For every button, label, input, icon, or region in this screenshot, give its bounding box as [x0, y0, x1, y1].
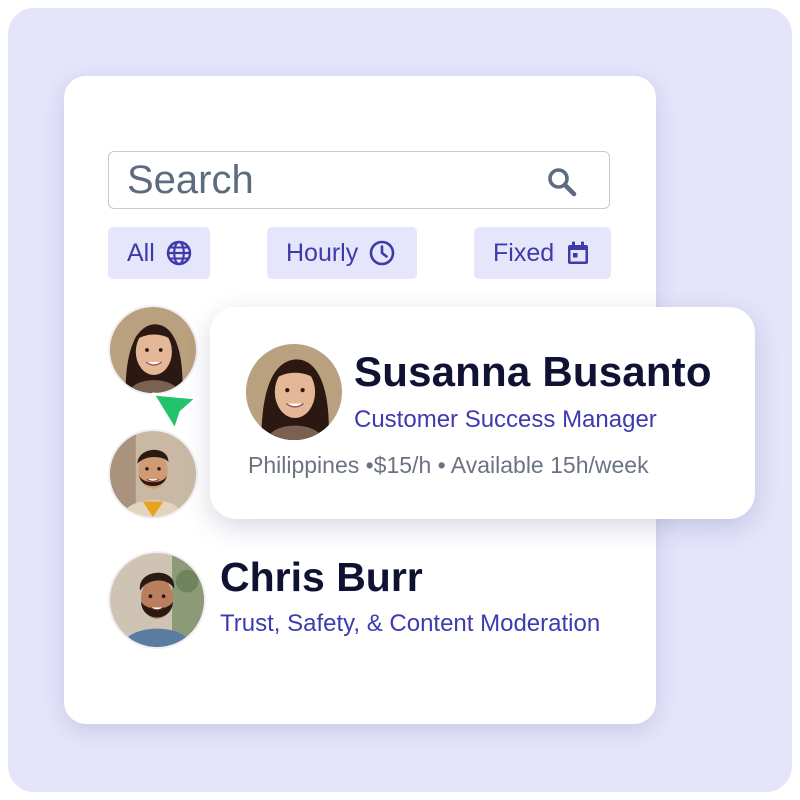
- profile-card-avatar: [246, 344, 342, 440]
- filter-fixed-button[interactable]: Fixed: [474, 227, 611, 279]
- profile-card-meta: Philippines •$15/h • Available 15h/week: [248, 452, 649, 478]
- search-input[interactable]: [127, 158, 527, 202]
- filter-hourly-button[interactable]: Hourly: [267, 227, 417, 279]
- search-icon[interactable]: [545, 165, 579, 199]
- filter-all-button[interactable]: All: [108, 227, 210, 279]
- profile-card-name: Susanna Busanto: [354, 348, 712, 395]
- globe-icon: [165, 239, 193, 267]
- avatar-woman[interactable]: [108, 305, 198, 395]
- clock-icon: [368, 239, 396, 267]
- list-item-name[interactable]: Chris Burr: [220, 554, 423, 601]
- search-box[interactable]: [108, 151, 610, 209]
- filter-all-label: All: [127, 238, 155, 267]
- profile-card-role: Customer Success Manager: [354, 406, 657, 433]
- list-item-role: Trust, Safety, & Content Moderation: [220, 610, 601, 637]
- calendar-icon: [564, 239, 592, 267]
- avatar-bearded-man[interactable]: [108, 551, 206, 649]
- avatar-man[interactable]: [108, 429, 198, 519]
- filter-hourly-label: Hourly: [286, 238, 359, 267]
- pointer-cursor-icon: [151, 388, 199, 432]
- filter-fixed-label: Fixed: [493, 238, 555, 267]
